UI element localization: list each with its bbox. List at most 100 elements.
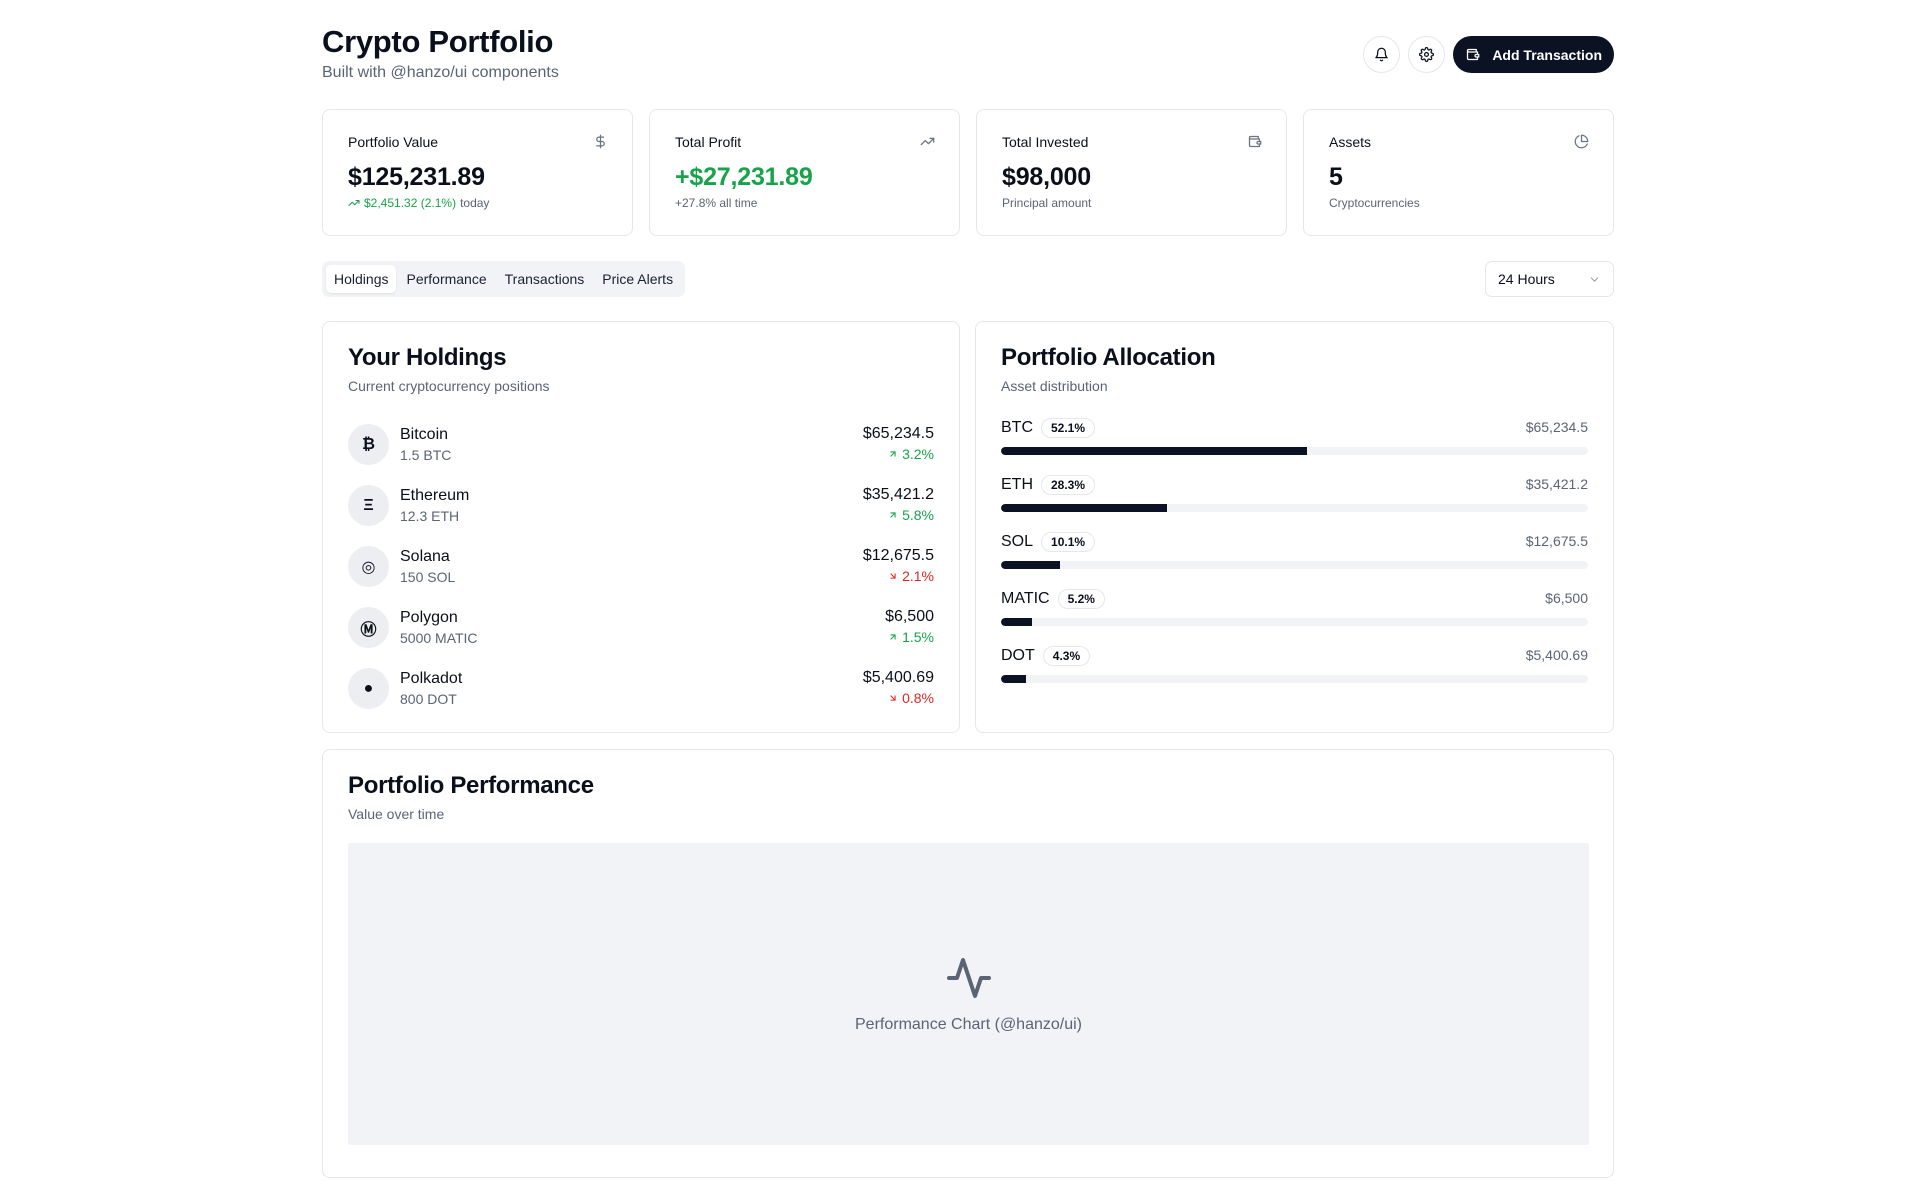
allocation-bar-fill — [1001, 561, 1061, 569]
holding-value-block: $5,400.69 0.8% — [863, 669, 934, 708]
holding-amount: 800 DOT — [400, 691, 457, 707]
page-subtitle: Built with @hanzo/ui components — [322, 64, 559, 81]
add-transaction-button[interactable]: Add Transaction — [1453, 36, 1614, 73]
holding-name: Polkadot — [400, 670, 463, 687]
timeframe-select[interactable]: 24 Hours — [1485, 261, 1614, 297]
header: Crypto Portfolio Built with @hanzo/ui co… — [322, 0, 1614, 108]
allocation-row-matic: MATIC 5.2% $6,500 — [1001, 587, 1588, 644]
holdings-panel: Your Holdings Current cryptocurrency pos… — [322, 321, 960, 733]
holding-info: Polkadot 800 DOT — [400, 670, 462, 707]
stat-value: $125,231.89 — [348, 163, 485, 191]
stat-sub-text: today — [460, 196, 490, 210]
allocation-bar-fill — [1001, 675, 1027, 683]
stat-card-total-profit: Total Profit +$27,231.89 +27.8% all time — [649, 109, 960, 236]
allocation-symbol: BTC — [1001, 419, 1033, 436]
allocation-symbol: MATIC — [1001, 590, 1050, 607]
allocation-percent-badge: 52.1% — [1041, 418, 1096, 438]
polkadot-icon: ● — [348, 668, 389, 709]
tab-list: Holdings Performance Transactions Price … — [322, 261, 686, 297]
holding-amount: 5000 MATIC — [400, 630, 478, 646]
performance-title: Portfolio Performance — [348, 772, 594, 799]
holding-value-block: $6,500 1.5% — [885, 608, 934, 647]
stat-label: Total Profit — [675, 134, 742, 150]
allocation-value: $5,400.69 — [1525, 647, 1588, 663]
stat-card-assets: Assets 5 Cryptocurrencies — [1303, 109, 1614, 236]
settings-button[interactable] — [1408, 36, 1446, 73]
chart-placeholder-label: Performance Chart (@hanzo/ui) — [855, 1016, 1082, 1033]
allocation-row-dot: DOT 4.3% $5,400.69 — [1001, 644, 1588, 701]
holding-change: 3.2% — [888, 446, 934, 462]
bitcoin-icon: ₿ — [348, 424, 389, 465]
holding-name: Solana — [400, 548, 450, 565]
gear-icon — [1419, 47, 1435, 62]
polygon-icon: Ⓜ — [348, 607, 389, 648]
allocation-list: BTC 52.1% $65,234.5 ETH 28.3% $35,421.2 … — [1001, 416, 1588, 701]
activity-icon — [946, 958, 991, 998]
allocation-bar — [1001, 447, 1588, 455]
stat-value: $98,000 — [1002, 163, 1091, 191]
holdings-title: Your Holdings — [348, 344, 507, 371]
holding-name: Bitcoin — [400, 426, 449, 443]
holding-row-bitcoin[interactable]: ₿ Bitcoin 1.5 BTC $65,234.5 3.2% — [348, 414, 934, 475]
allocation-row-btc: BTC 52.1% $65,234.5 — [1001, 416, 1588, 473]
holding-info: Polygon 5000 MATIC — [400, 609, 478, 646]
performance-description: Value over time — [348, 806, 445, 822]
stats-row: Portfolio Value $125,231.89 $2,451.32 (2… — [322, 109, 1614, 236]
holding-value-block: $35,421.2 5.8% — [863, 486, 934, 525]
dollar-icon — [593, 134, 608, 154]
stat-label: Assets — [1329, 134, 1372, 150]
stat-card-portfolio-value: Portfolio Value $125,231.89 $2,451.32 (2… — [322, 109, 633, 236]
allocation-title: Portfolio Allocation — [1001, 344, 1216, 371]
holding-amount: 12.3 ETH — [400, 508, 460, 524]
performance-panel: Portfolio Performance Value over time Pe… — [322, 749, 1614, 1178]
holding-change: 2.1% — [888, 568, 934, 584]
allocation-value: $12,675.5 — [1525, 533, 1588, 549]
allocation-value: $35,421.2 — [1525, 476, 1588, 492]
ethereum-icon: Ξ — [348, 485, 389, 526]
allocation-bar-fill — [1001, 504, 1168, 512]
holding-change-value: 1.5% — [902, 629, 934, 645]
holding-value: $5,400.69 — [862, 669, 934, 686]
allocation-percent-badge: 28.3% — [1041, 475, 1096, 495]
page-title: Crypto Portfolio — [322, 24, 554, 59]
allocation-percent-badge: 5.2% — [1057, 589, 1105, 609]
notifications-button[interactable] — [1363, 36, 1401, 73]
holding-row-ethereum[interactable]: Ξ Ethereum 12.3 ETH $35,421.2 5.8% — [348, 475, 934, 536]
allocation-bar — [1001, 675, 1588, 683]
allocation-percent-badge: 10.1% — [1041, 532, 1096, 552]
holding-value-block: $65,234.5 3.2% — [863, 425, 934, 464]
allocation-symbol: DOT — [1001, 647, 1035, 664]
holding-row-polkadot[interactable]: ● Polkadot 800 DOT $5,400.69 0.8% — [348, 658, 934, 719]
allocation-bar-fill — [1001, 618, 1032, 626]
solana-icon: ◎ — [348, 546, 389, 587]
arrow-up-right-icon — [890, 512, 896, 518]
tab-performance[interactable]: Performance — [398, 265, 494, 293]
arrow-down-right-icon — [890, 573, 896, 579]
holding-value: $6,500 — [885, 608, 934, 625]
tabs-bar: Holdings Performance Transactions Price … — [322, 261, 1614, 297]
holding-value-block: $12,675.5 2.1% — [863, 547, 934, 586]
holding-row-solana[interactable]: ◎ Solana 150 SOL $12,675.5 2.1% — [348, 536, 934, 597]
holdings-list: ₿ Bitcoin 1.5 BTC $65,234.5 3.2% Ξ Ether… — [348, 414, 934, 719]
tab-holdings[interactable]: Holdings — [326, 265, 397, 293]
pie-chart-icon — [1574, 134, 1589, 154]
tab-price-alerts[interactable]: Price Alerts — [594, 265, 681, 293]
holding-change: 1.5% — [888, 629, 934, 645]
allocation-description: Asset distribution — [1001, 378, 1108, 394]
holding-value: $35,421.2 — [862, 486, 934, 503]
stat-card-total-invested: Total Invested $98,000 Principal amount — [976, 109, 1287, 236]
allocation-panel: Portfolio Allocation Asset distribution … — [975, 321, 1614, 733]
allocation-value: $65,234.5 — [1525, 419, 1588, 435]
stat-label: Total Invested — [1002, 134, 1089, 150]
allocation-bar-fill — [1001, 447, 1307, 455]
performance-chart-placeholder: Performance Chart (@hanzo/ui) — [348, 843, 1589, 1145]
timeframe-value: 24 Hours — [1498, 271, 1555, 287]
allocation-symbol: ETH — [1001, 476, 1033, 493]
stat-sub: $2,451.32 (2.1%) today — [348, 196, 607, 210]
tab-transactions[interactable]: Transactions — [497, 265, 593, 293]
add-transaction-label: Add Transaction — [1492, 46, 1602, 63]
holding-row-polygon[interactable]: Ⓜ Polygon 5000 MATIC $6,500 1.5% — [348, 597, 934, 658]
header-actions: Add Transaction — [1363, 36, 1614, 73]
allocation-bar — [1001, 504, 1588, 512]
stat-value: +$27,231.89 — [675, 163, 813, 191]
